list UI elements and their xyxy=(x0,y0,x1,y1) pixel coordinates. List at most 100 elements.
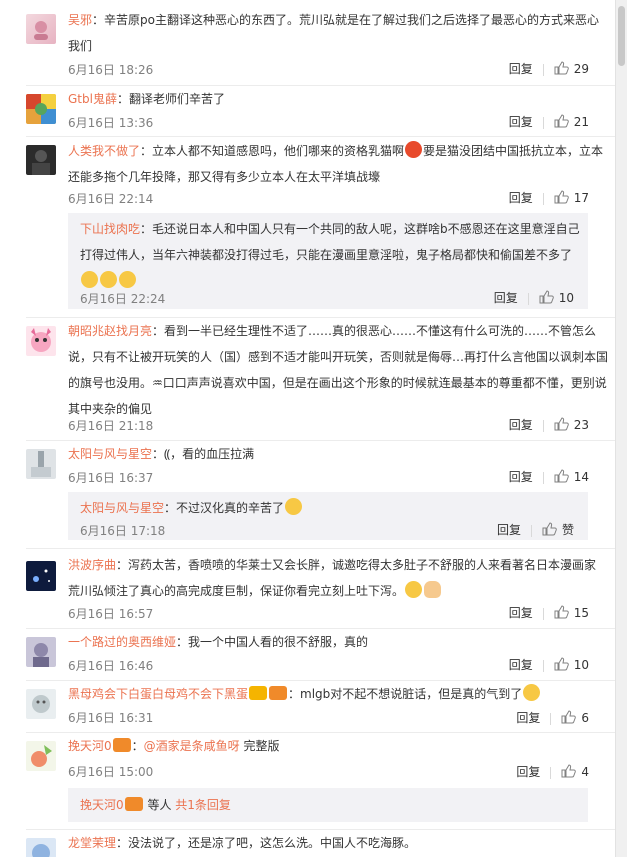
reply-button[interactable]: 回复 xyxy=(509,60,533,77)
reply-button[interactable]: 回复 xyxy=(509,604,533,621)
sub-comment-text: 下山找肉吃：毛还说日本人和中国人只有一个共同的敌人呢，这群啥b不感恩还在这里意淫… xyxy=(80,216,580,294)
thumbs-up-icon[interactable] xyxy=(554,605,569,619)
thumbs-up-icon[interactable] xyxy=(561,710,577,724)
reply-button[interactable]: 回复 xyxy=(494,291,518,305)
comment-text: 龙堂茉理：没法说了，还是凉了吧，这怎么洗。中国人不吃海豚。 xyxy=(68,830,608,856)
thumbs-up-icon[interactable] xyxy=(554,114,569,128)
comment-body: ：没法说了，还是凉了吧，这怎么洗。中国人不吃海豚。 xyxy=(116,836,417,850)
comment-body: ：翻译老师们辛苦了 xyxy=(116,92,225,106)
avatar[interactable] xyxy=(26,94,56,124)
comment-body: ：⸨，看的血压拉满 xyxy=(152,447,255,461)
comment-text: 挽天河0 ：@酒家是条咸鱼呀 完整版 xyxy=(68,733,608,759)
avatar[interactable] xyxy=(26,838,56,857)
comment-text: 吴邪：辛苦原po主翻译这种恶心的东西了。荒川弘就是在了解过我们之后选择了最恶心的… xyxy=(68,7,608,59)
smile-emoji-icon xyxy=(523,684,541,701)
sub-comment-text: 太阳与风与星空：不过汉化真的辛苦了 xyxy=(80,495,580,521)
sub-comment-time: 6月16日 22:24 xyxy=(80,292,166,306)
comment-text: 太阳与风与星空：⸨，看的血压拉满 xyxy=(68,441,608,467)
avatar[interactable] xyxy=(26,689,56,719)
angry-emoji-icon xyxy=(405,141,423,158)
grin-emoji-icon xyxy=(405,581,423,598)
sub-comment-actions: 回复 10 xyxy=(494,289,574,306)
reply-button[interactable]: 回复 xyxy=(509,189,533,206)
comment-actions: 回复 4 xyxy=(516,763,589,780)
like-count: 10 xyxy=(558,291,574,305)
sub-comment-actions: 回复 赞 xyxy=(497,521,574,538)
comment-author[interactable]: 龙堂茉理 xyxy=(68,836,116,850)
grin-emoji-icon xyxy=(100,271,117,288)
comment-actions: 回复 6 xyxy=(516,709,589,726)
comment-body: ：泻药太苦，香喷喷的华莱士又会长胖，诚邀吃得太多肚子不舒服的人来看著名日本漫画家… xyxy=(68,558,597,598)
comment-author[interactable]: 挽天河0 xyxy=(68,739,112,753)
comment-actions: 回复 17 xyxy=(509,189,589,206)
avatar[interactable] xyxy=(26,561,56,591)
fan-badge-icon xyxy=(124,797,143,811)
comment-author[interactable]: 吴邪 xyxy=(68,13,92,27)
avatar[interactable] xyxy=(26,741,56,771)
like-label: 赞 xyxy=(561,523,574,537)
comment-author[interactable]: 洪波序曲 xyxy=(68,558,116,572)
comment-text: Gtbl鬼薛：翻译老师们辛苦了 xyxy=(68,86,608,112)
comment-actions: 回复 29 xyxy=(509,60,589,77)
separator xyxy=(542,63,544,76)
reply-button[interactable]: 回复 xyxy=(516,709,540,726)
comment-author[interactable]: 一个路过的奥西维娅 xyxy=(68,635,176,649)
thumbs-up-icon[interactable] xyxy=(561,764,577,778)
separator xyxy=(550,712,552,725)
reply-button[interactable]: 回复 xyxy=(509,468,533,485)
reply-button[interactable]: 回复 xyxy=(509,113,533,130)
comment-author[interactable]: Gtbl鬼薛 xyxy=(68,92,117,106)
separator xyxy=(550,766,552,779)
thumbs-up-icon[interactable] xyxy=(554,657,569,671)
reply-button[interactable]: 回复 xyxy=(509,416,533,433)
thumbs-up-icon[interactable] xyxy=(554,61,569,75)
comment-body: ：mlgb对不起不想说脏话，但是真的气到了 xyxy=(288,687,523,701)
sub-comment-body: 等人 xyxy=(143,798,176,812)
avatar[interactable] xyxy=(26,637,56,667)
like-count: 17 xyxy=(573,191,589,205)
thumbs-up-icon[interactable] xyxy=(539,290,554,304)
comment-author[interactable]: 黑母鸡会下白蛋白母鸡不会下黑蛋 xyxy=(68,687,248,701)
thumbs-up-icon[interactable] xyxy=(554,417,569,431)
comment-author[interactable]: 太阳与风与星空 xyxy=(68,447,152,461)
comment-author[interactable]: 朝昭兆赵找月亮 xyxy=(68,324,152,338)
comment-time: 6月16日 16:46 xyxy=(68,659,154,673)
like-count: 29 xyxy=(573,62,589,76)
separator xyxy=(527,292,529,305)
like-count: 6 xyxy=(581,711,589,725)
thumbs-up-icon[interactable] xyxy=(554,469,569,483)
sub-comment-author[interactable]: 挽天河0 xyxy=(80,798,124,812)
comment-body: ：我一个中国人看的很不舒服，真的 xyxy=(176,635,369,649)
comment-body: ：辛苦原po主翻译这种恶心的东西了。荒川弘就是在了解过我们之后选择了最恶心的方式… xyxy=(68,13,599,53)
comment-body: ：立本人都不知道感恩吗，他们哪来的资格乳猫啊 xyxy=(140,144,405,158)
separator xyxy=(542,471,544,484)
avatar[interactable] xyxy=(26,145,56,175)
scrollbar-thumb[interactable] xyxy=(618,6,625,66)
comment-author[interactable]: 人类我不做了 xyxy=(68,144,140,158)
like-count: 21 xyxy=(573,115,589,129)
like-count: 23 xyxy=(573,418,589,432)
reply-button[interactable]: 回复 xyxy=(509,656,533,673)
sub-comment-author[interactable]: 下山找肉吃 xyxy=(80,222,140,236)
comment-time: 6月16日 16:37 xyxy=(68,471,154,485)
reply-button[interactable]: 回复 xyxy=(516,763,540,780)
scrollbar[interactable] xyxy=(615,0,627,857)
laugh-cry-emoji-icon xyxy=(285,498,303,515)
like-count: 15 xyxy=(573,606,589,620)
sub-comment-author[interactable]: 太阳与风与星空 xyxy=(80,501,164,515)
thumbs-up-emoji-icon xyxy=(424,581,442,598)
avatar[interactable] xyxy=(26,449,56,479)
comment-actions: 回复 15 xyxy=(509,604,589,621)
more-replies-link[interactable]: 共1条回复 xyxy=(175,798,231,812)
comment-time: 6月16日 18:26 xyxy=(68,63,154,77)
thumbs-up-icon[interactable] xyxy=(554,190,569,204)
reply-button[interactable]: 回复 xyxy=(497,523,521,537)
grin-emoji-icon xyxy=(81,271,98,288)
separator xyxy=(542,659,544,672)
comment-actions: 回复 21 xyxy=(509,113,589,130)
fan-badge-icon xyxy=(269,686,288,700)
thumbs-up-icon[interactable] xyxy=(542,522,557,536)
avatar[interactable] xyxy=(26,14,56,44)
avatar[interactable] xyxy=(26,326,56,356)
mention-link[interactable]: @酒家是条咸鱼呀 xyxy=(144,739,240,753)
